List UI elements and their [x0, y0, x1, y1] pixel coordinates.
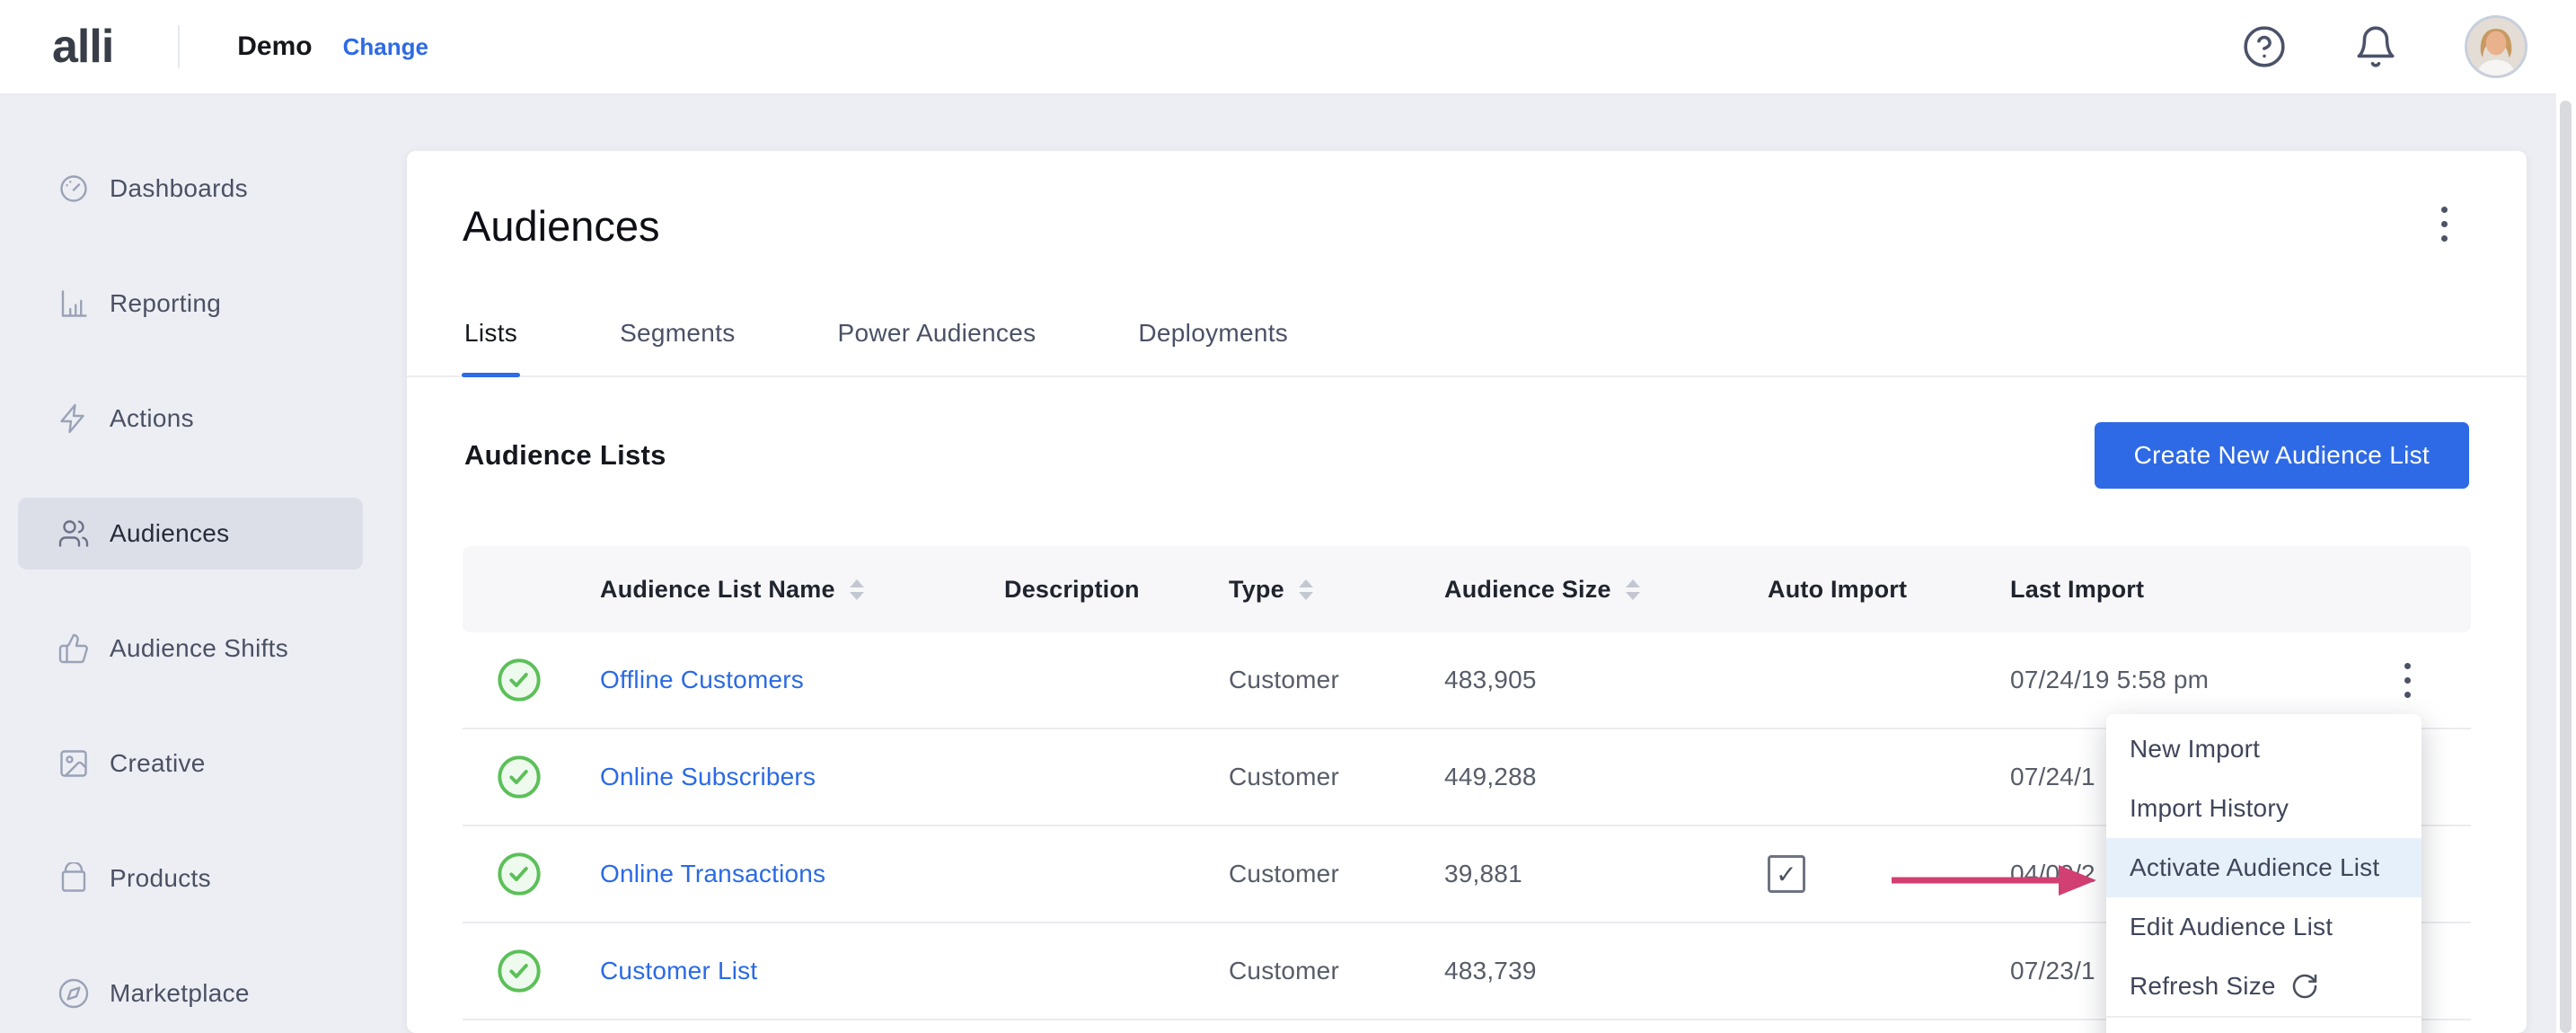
shopping-bag-icon — [57, 862, 90, 895]
sidebar-item-products[interactable]: Products — [18, 843, 363, 914]
status-cell — [463, 657, 575, 703]
tab-deployments[interactable]: Deployments — [1138, 318, 1288, 375]
card-kebab-menu-button[interactable] — [2441, 207, 2448, 242]
column-header-type[interactable]: Type — [1204, 576, 1419, 604]
column-header-description: Description — [979, 576, 1204, 604]
sidebar-item-creative[interactable]: Creative — [18, 728, 363, 799]
last-import-cell: 07/24/19 5:58 pm — [1985, 666, 2344, 694]
scrollbar-track[interactable] — [2556, 0, 2576, 1033]
sidebar-item-label: Marketplace — [110, 979, 250, 1008]
lightning-icon — [57, 402, 90, 435]
audience-list-link[interactable]: Online Subscribers — [600, 763, 816, 790]
sidebar-item-marketplace[interactable]: Marketplace — [18, 958, 363, 1029]
sort-arrows-icon[interactable] — [1626, 579, 1640, 600]
type-cell: Customer — [1204, 763, 1419, 791]
status-cell — [463, 754, 575, 800]
status-active-icon — [496, 948, 543, 994]
status-cell — [463, 948, 575, 994]
lists-section-header: Audience Lists Create New Audience List — [407, 422, 2527, 489]
row-context-menu: New Import Import History Activate Audie… — [2106, 714, 2422, 1033]
sidebar-item-label: Creative — [110, 749, 206, 778]
alli-logo: alli — [52, 20, 113, 74]
menu-divider — [2106, 1016, 2422, 1018]
section-heading: Audience Lists — [464, 439, 666, 472]
audience-list-link[interactable]: Customer List — [600, 957, 757, 984]
menu-item-new-import[interactable]: New Import — [2106, 720, 2422, 779]
refresh-icon — [2290, 972, 2319, 1001]
row-kebab-menu-button[interactable] — [2404, 663, 2411, 698]
sort-arrows-icon[interactable] — [850, 579, 864, 600]
sidebar-item-audiences[interactable]: Audiences — [18, 498, 363, 569]
bell-icon[interactable] — [2353, 24, 2398, 69]
audience-list-link[interactable]: Online Transactions — [600, 860, 825, 887]
sidebar-item-label: Reporting — [110, 289, 221, 318]
tab-segments[interactable]: Segments — [620, 318, 735, 375]
column-header-last-import: Last Import — [1985, 576, 2344, 604]
page-title: Audiences — [407, 151, 2527, 252]
menu-item-import-history[interactable]: Import History — [2106, 779, 2422, 838]
users-icon — [57, 517, 90, 550]
annotation-arrow — [1884, 859, 2100, 902]
audience-size-cell: 449,288 — [1419, 763, 1742, 791]
sidebar-item-actions[interactable]: Actions — [18, 383, 363, 455]
sidebar-item-label: Actions — [110, 404, 194, 433]
column-header-audience-list-name[interactable]: Audience List Name — [575, 576, 979, 604]
thumbs-up-icon — [57, 632, 90, 665]
type-cell: Customer — [1204, 957, 1419, 985]
topbar-divider — [178, 25, 180, 68]
audience-size-cell: 39,881 — [1419, 860, 1742, 888]
status-cell — [463, 851, 575, 897]
tab-lists[interactable]: Lists — [464, 318, 517, 375]
sidebar-item-label: Audience Shifts — [110, 634, 288, 663]
audience-list-link[interactable]: Offline Customers — [600, 666, 804, 693]
avatar[interactable] — [2465, 15, 2527, 78]
column-header-auto-import: Auto Import — [1742, 576, 1985, 604]
type-cell: Customer — [1204, 860, 1419, 888]
audience-size-cell: 483,739 — [1419, 957, 1742, 985]
gauge-icon — [57, 172, 90, 205]
account-name: Demo — [237, 31, 312, 62]
bar-chart-icon — [57, 287, 90, 320]
sidebar-item-reporting[interactable]: Reporting — [18, 268, 363, 340]
sidebar: Dashboards Reporting Actions Audiences A… — [0, 93, 386, 1033]
sidebar-item-dashboards[interactable]: Dashboards — [18, 153, 363, 225]
menu-item-edit-audience-list[interactable]: Edit Audience List — [2106, 897, 2422, 957]
tab-bar: Lists Segments Power Audiences Deploymen… — [407, 318, 2527, 377]
create-new-audience-list-button[interactable]: Create New Audience List — [2095, 422, 2469, 489]
topbar-actions — [2242, 15, 2576, 78]
menu-item-activate-audience-list[interactable]: Activate Audience List — [2106, 838, 2422, 897]
sidebar-item-label: Audiences — [110, 519, 229, 548]
scrollbar-thumb[interactable] — [2560, 101, 2572, 1033]
sort-arrows-icon[interactable] — [1299, 579, 1313, 600]
column-header-audience-size[interactable]: Audience Size — [1419, 576, 1742, 604]
status-active-icon — [496, 657, 543, 703]
menu-item-refresh-size[interactable]: Refresh Size — [2106, 957, 2422, 1016]
status-active-icon — [496, 851, 543, 897]
type-cell: Customer — [1204, 666, 1419, 694]
table-header-row: Audience List Name Description Type Audi… — [463, 546, 2471, 632]
compass-icon — [57, 977, 90, 1010]
image-icon — [57, 747, 90, 780]
status-active-icon — [496, 754, 543, 800]
sidebar-item-label: Dashboards — [110, 174, 248, 203]
screen: alli Demo Change — [0, 0, 2576, 1033]
sidebar-item-audience-shifts[interactable]: Audience Shifts — [18, 613, 363, 684]
sidebar-item-label: Products — [110, 864, 211, 893]
tab-power-audiences[interactable]: Power Audiences — [838, 318, 1037, 375]
auto-import-checkbox[interactable]: ✓ — [1768, 855, 1805, 893]
top-bar: alli Demo Change — [0, 0, 2576, 93]
help-icon[interactable] — [2242, 24, 2287, 69]
change-account-link[interactable]: Change — [343, 33, 428, 61]
audience-size-cell: 483,905 — [1419, 666, 1742, 694]
